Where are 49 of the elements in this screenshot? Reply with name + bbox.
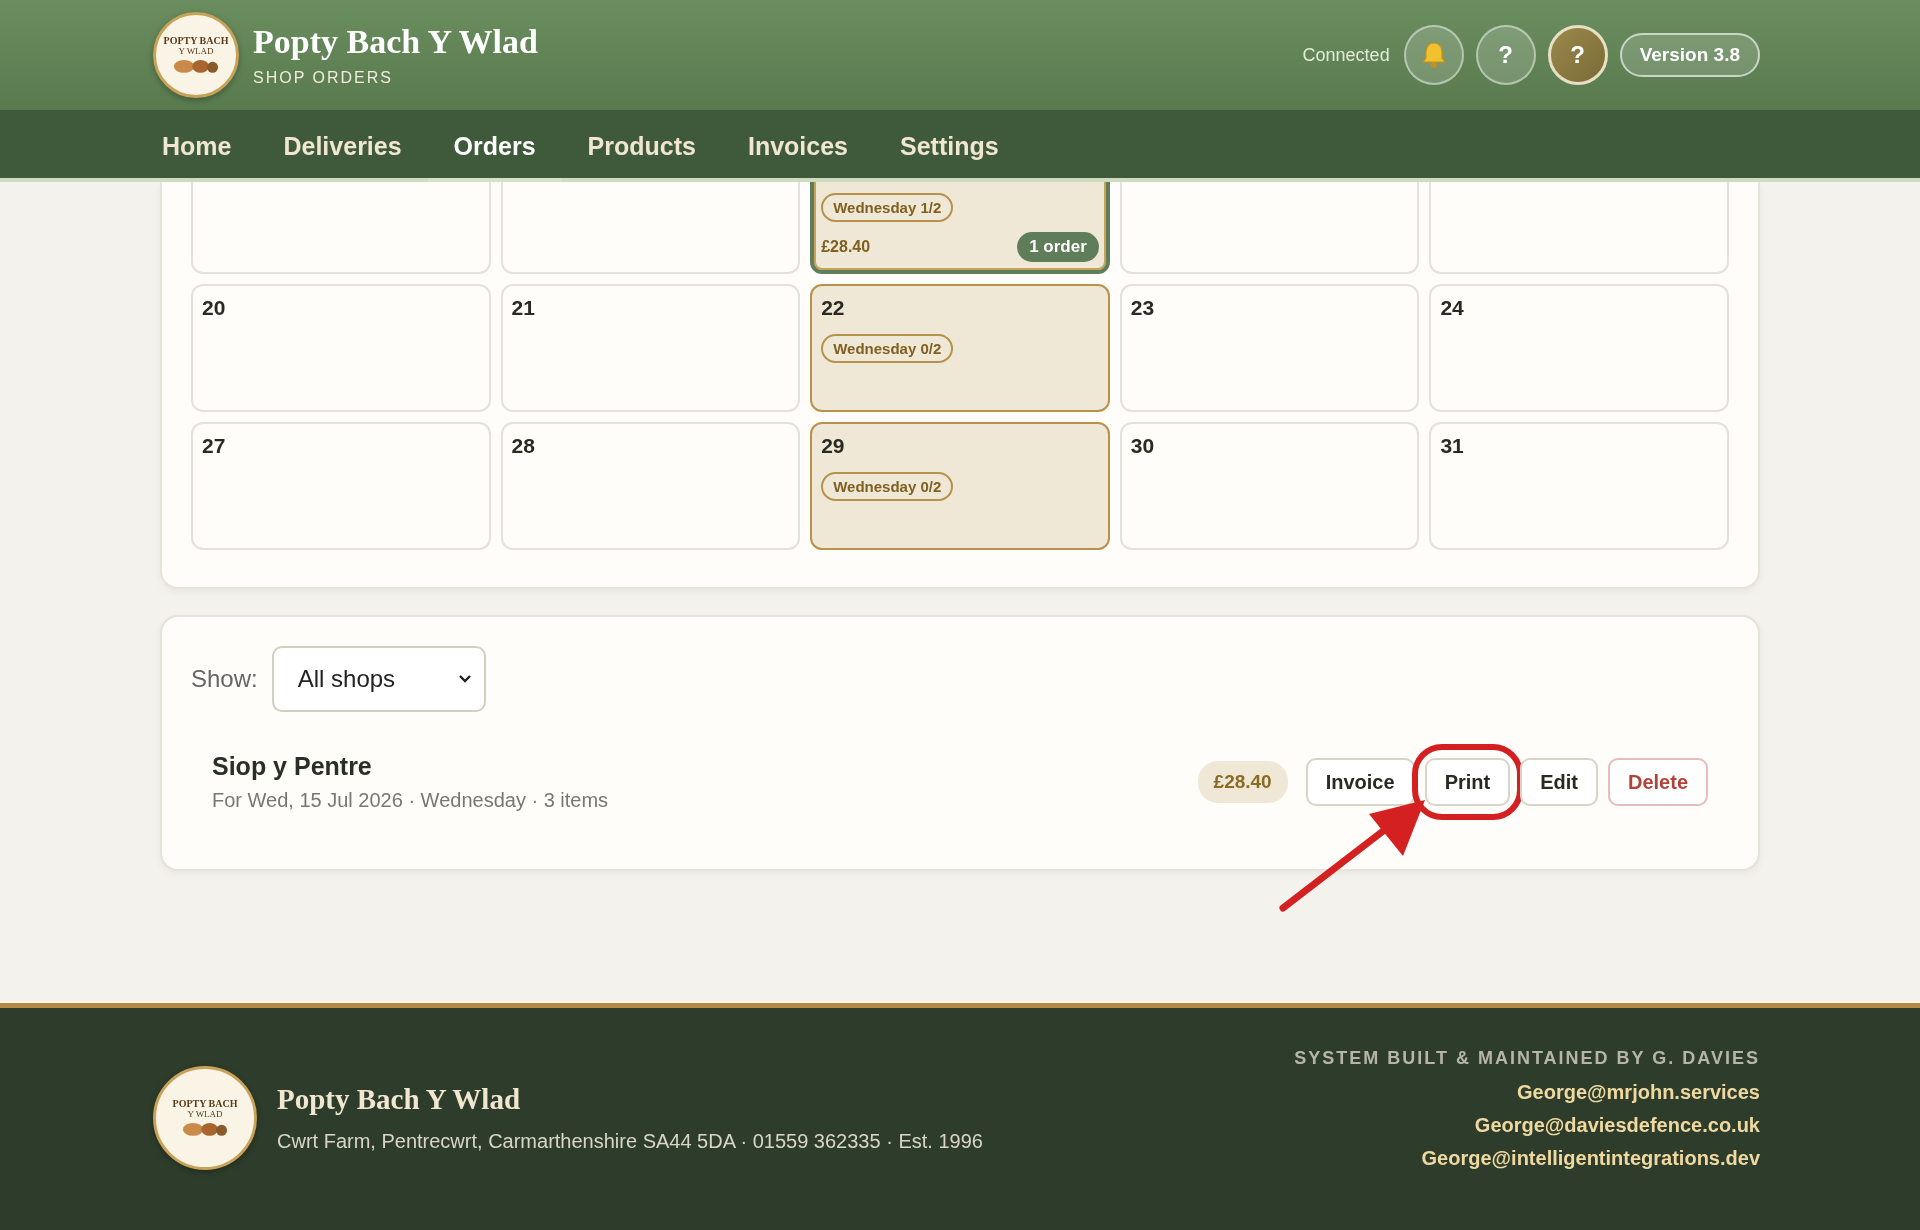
nav-tab[interactable]: Home: [136, 110, 258, 182]
user-avatar-button[interactable]: ?: [1547, 25, 1608, 85]
app-subtitle: SHOP ORDERS: [253, 69, 394, 87]
order-action-button[interactable]: Edit: [1520, 758, 1598, 806]
chevron-down-icon: [457, 674, 472, 684]
order-total: £28.40: [1197, 761, 1288, 803]
footer-title: Popty Bach Y Wlad: [277, 1083, 522, 1116]
email-link[interactable]: George@daviesdefence.co.uk: [1474, 1114, 1760, 1137]
calendar-day[interactable]: Wednesday 1/2 £28.40 1 order: [810, 182, 1110, 274]
order-action-button[interactable]: Print: [1424, 758, 1511, 806]
order-action-button[interactable]: Delete: [1607, 758, 1708, 806]
email-link[interactable]: George@intelligentintegrations.dev: [1421, 1147, 1760, 1170]
day-number: 31: [1440, 434, 1464, 459]
bell-icon: [1420, 41, 1447, 69]
calendar-day[interactable]: 29 Wednesday 0/2: [810, 422, 1110, 550]
day-number: 24: [1440, 296, 1464, 321]
logo-text: POPTY BACH: [163, 36, 229, 47]
footer-address: Cwrt Farm, Pentrecwrt, Carmarthenshire SA44 5DA · 01559 362335 · Est. 1996: [277, 1130, 983, 1153]
day-number: 27: [202, 434, 226, 459]
logo-text: Y WLAD: [187, 1109, 223, 1120]
logo-text: Y WLAD: [178, 46, 214, 57]
calendar-day[interactable]: 22 Wednesday 0/2: [810, 284, 1110, 412]
day-number: 21: [511, 296, 535, 321]
nav-tab[interactable]: Settings: [874, 110, 1025, 182]
app-title: Popty Bach Y Wlad: [253, 23, 538, 61]
order-count-badge: 1 order: [1017, 232, 1099, 262]
footer-credit: SYSTEM BUILT & MAINTAINED BY G. DAVIES: [1294, 1048, 1760, 1069]
nav-tab[interactable]: Invoices: [721, 110, 874, 182]
nav-tab[interactable]: Deliveries: [257, 110, 428, 182]
version-badge: Version 3.8: [1619, 33, 1760, 77]
delivery-tag: Wednesday 0/2: [821, 472, 954, 501]
shop-dropdown[interactable]: All shops: [271, 646, 486, 712]
order-details: For Wed, 15 Jul 2026 · Wednesday · 3 items: [212, 789, 609, 812]
day-number: 29: [821, 434, 845, 459]
day-number: 20: [202, 296, 226, 321]
nav-tab[interactable]: Products: [561, 110, 722, 182]
shop-name: Siop y Pentre: [212, 752, 373, 781]
logo-text: POPTY BACH: [172, 1099, 238, 1110]
delivery-tag: Wednesday 1/2: [821, 193, 954, 222]
day-number: 23: [1130, 296, 1155, 321]
delivery-tag: Wednesday 0/2: [821, 334, 954, 363]
email-link[interactable]: George@mrjohn.services: [1517, 1081, 1760, 1104]
connection-status: Connected: [1302, 44, 1390, 66]
day-total: £28.40: [821, 238, 871, 256]
day-number: 28: [511, 434, 535, 459]
order-action-button[interactable]: Invoice: [1305, 758, 1415, 806]
day-number: 30: [1130, 434, 1155, 459]
day-number: 22: [821, 296, 845, 321]
filter-label: Show:: [191, 665, 258, 693]
